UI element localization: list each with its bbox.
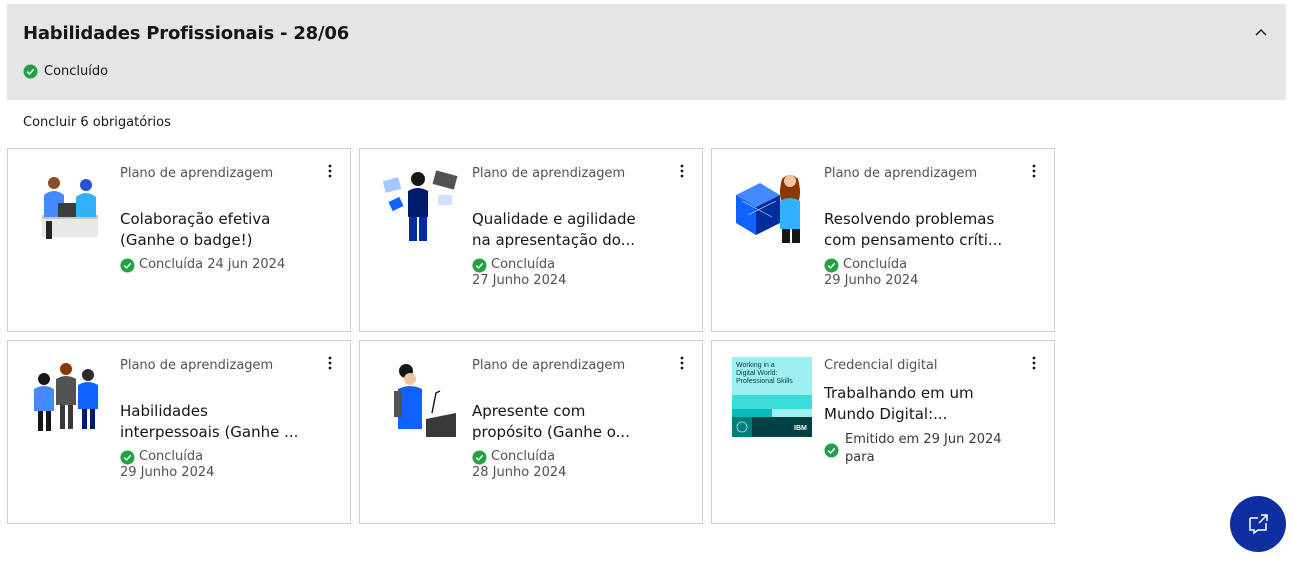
checkmark-filled-icon	[23, 64, 38, 79]
card-type: Plano de aprendizagem	[824, 166, 978, 181]
learning-plan-card[interactable]: Plano de aprendizagem Apresente com prop…	[359, 340, 703, 524]
card-thumbnail	[736, 175, 800, 243]
card-status: Concluída 29 Junho 2024	[120, 449, 214, 481]
overflow-menu-icon[interactable]	[320, 161, 340, 181]
card-type: Plano de aprendizagem	[472, 166, 626, 181]
launch-chat-icon	[1249, 514, 1268, 535]
cover-line: Professional Skills	[736, 378, 793, 385]
card-status: Concluída 27 Junho 2024	[472, 257, 566, 289]
card-status-label: Concluída	[843, 257, 908, 272]
overflow-menu-icon[interactable]	[672, 161, 692, 181]
credential-cover: Working in a Digital World: Professional…	[732, 357, 812, 437]
card-thumbnail	[34, 363, 98, 431]
card-title[interactable]: Trabalhando em um Mundo Digital:...	[824, 383, 1044, 425]
card-title-line: Apresente com	[472, 402, 586, 420]
card-status-label: Emitido em 29 Jun 2024	[845, 432, 1002, 447]
card-type: Plano de aprendizagem	[472, 358, 626, 373]
card-title[interactable]: Resolvendo problemas com pensamento crít…	[824, 209, 1044, 251]
card-status: Emitido em 29 Jun 2024 para	[824, 431, 1002, 467]
card-type: Plano de aprendizagem	[120, 358, 274, 373]
card-thumbnail	[42, 177, 98, 239]
checkmark-filled-icon	[824, 257, 839, 273]
card-status-date: 27 Junho 2024	[472, 273, 567, 288]
card-status: Concluída 29 Junho 2024	[824, 257, 918, 289]
card-title-line: com pensamento críti...	[824, 231, 1003, 249]
card-title-line: Mundo Digital:...	[824, 405, 948, 423]
card-type: Credencial digital	[824, 358, 938, 373]
card-status: Concluída 28 Junho 2024	[472, 449, 566, 481]
card-status-label: Concluída	[139, 449, 204, 464]
card-status-date: 28 Junho 2024	[472, 465, 567, 480]
overflow-menu-icon[interactable]	[1024, 161, 1044, 181]
card-title-line: Trabalhando em um	[824, 384, 974, 402]
section-status: Concluído	[23, 64, 108, 79]
card-type: Plano de aprendizagem	[120, 166, 274, 181]
card-status: Concluída 24 jun 2024	[120, 257, 285, 273]
card-thumbnail	[382, 170, 458, 241]
overflow-menu-icon[interactable]	[1024, 353, 1044, 373]
checkmark-filled-icon	[472, 449, 487, 465]
card-title-line: Habilidades	[120, 402, 208, 420]
card-status-label: Concluída	[491, 449, 556, 464]
card-title-line: (Ganhe o badge!)	[120, 231, 253, 249]
learning-plan-card[interactable]: Plano de aprendizagem Resolvendo problem…	[711, 148, 1055, 332]
learning-plan-card[interactable]: Plano de aprendizagem Habilidades interp…	[7, 340, 351, 524]
card-title-line: Colaboração efetiva	[120, 210, 271, 228]
card-title[interactable]: Colaboração efetiva (Ganhe o badge!)	[120, 209, 340, 251]
card-title-line: interpessoais (Ganhe ...	[120, 423, 299, 441]
card-status-date: 29 Junho 2024	[824, 273, 919, 288]
learning-plan-card[interactable]: Plano de aprendizagem Qualidade e agilid…	[359, 148, 703, 332]
cover-line: Digital World:	[736, 370, 778, 377]
card-title-line: Resolvendo problemas	[824, 210, 995, 228]
digital-credential-card[interactable]: Working in a Digital World: Professional…	[711, 340, 1055, 524]
ibm-logo: IBM	[794, 425, 807, 432]
section-header[interactable]: Habilidades Profissionais - 28/06 Conclu…	[7, 4, 1286, 100]
section-title: Habilidades Profissionais - 28/06	[23, 23, 350, 44]
card-title-line: na apresentação do...	[472, 231, 635, 249]
required-count: Concluir 6 obrigatórios	[23, 115, 171, 130]
checkmark-filled-icon	[120, 449, 135, 465]
chat-launch-button[interactable]	[1230, 496, 1286, 552]
card-thumbnail	[394, 364, 456, 437]
card-status-label: para	[845, 450, 875, 465]
checkmark-filled-icon	[824, 443, 839, 458]
section-status-label: Concluído	[44, 64, 109, 79]
learning-plan-card[interactable]: Plano de aprendizagem Colaboração efetiv…	[7, 148, 351, 332]
card-title-line: propósito (Ganhe o...	[472, 423, 630, 441]
card-status-date: 29 Junho 2024	[120, 465, 215, 480]
cover-line: Working in a	[736, 362, 775, 369]
card-status-label: Concluída 24 jun 2024	[139, 257, 286, 272]
chevron-up-icon[interactable]	[1252, 24, 1270, 42]
card-title[interactable]: Qualidade e agilidade na apresentação do…	[472, 209, 692, 251]
card-status-label: Concluída	[491, 257, 556, 272]
overflow-menu-icon[interactable]	[320, 353, 340, 373]
checkmark-filled-icon	[120, 257, 135, 273]
card-title[interactable]: Apresente com propósito (Ganhe o...	[472, 401, 692, 443]
overflow-menu-icon[interactable]	[672, 353, 692, 373]
card-title[interactable]: Habilidades interpessoais (Ganhe ...	[120, 401, 340, 443]
checkmark-filled-icon	[472, 257, 487, 273]
card-title-line: Qualidade e agilidade	[472, 210, 636, 228]
